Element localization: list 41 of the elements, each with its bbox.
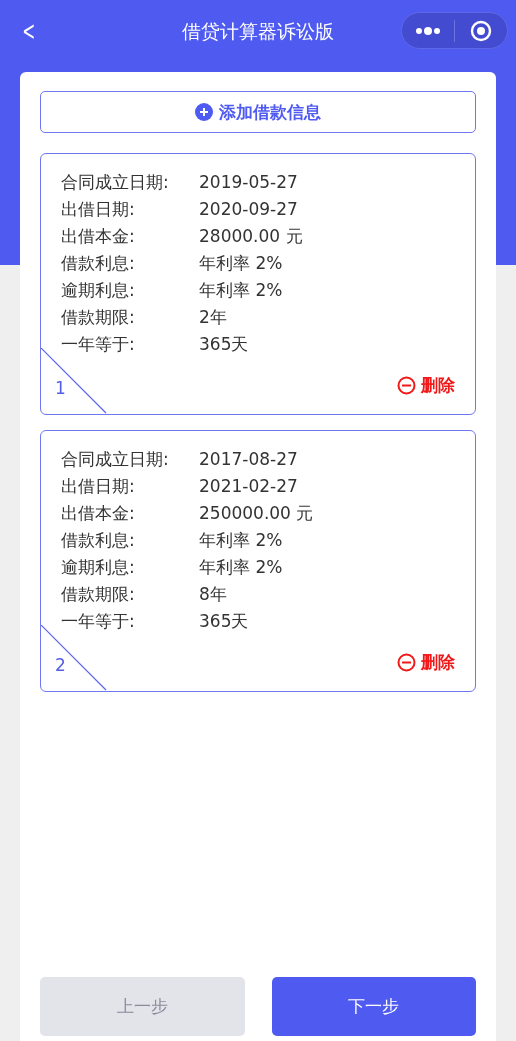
field-label: 一年等于:	[61, 333, 136, 356]
field-value: 2021-02-27	[199, 475, 298, 498]
add-loan-button[interactable]: 添加借款信息	[40, 91, 476, 133]
field-value: 年利率 2%	[199, 529, 283, 552]
next-button[interactable]: 下一步	[271, 977, 476, 1036]
field-label: 合同成立日期:	[61, 171, 170, 194]
delete-button[interactable]: 删除	[397, 651, 455, 674]
delete-button[interactable]: 删除	[397, 374, 455, 397]
field-label: 借款期限:	[61, 306, 136, 329]
field-label: 借款期限:	[61, 583, 136, 606]
loan-number: 2	[55, 655, 66, 675]
field-value: 2019-05-27	[199, 171, 298, 194]
window-title: 借贷计算器诉讼版	[182, 19, 334, 44]
field-value: 2年	[199, 306, 227, 329]
minus-circle-icon	[397, 653, 416, 672]
field-value: 250000.00 元	[199, 502, 314, 525]
back-button[interactable]: <	[19, 14, 38, 48]
more-icon[interactable]	[416, 26, 440, 35]
plus-circle-icon	[195, 103, 213, 121]
field-value: 年利率 2%	[199, 252, 283, 275]
field-label: 出借本金:	[61, 225, 136, 248]
field-value: 2017-08-27	[199, 448, 298, 471]
field-value: 2020-09-27	[199, 198, 298, 221]
field-label: 借款利息:	[61, 252, 136, 275]
field-value: 年利率 2%	[199, 279, 283, 302]
target-icon[interactable]	[470, 19, 492, 42]
field-label: 出借日期:	[61, 198, 136, 221]
field-value: 年利率 2%	[199, 556, 283, 579]
field-value: 8年	[199, 583, 227, 606]
field-label: 借款利息:	[61, 529, 136, 552]
field-label: 一年等于:	[61, 610, 136, 633]
field-value: 365天	[199, 610, 249, 633]
field-label: 出借日期:	[61, 475, 136, 498]
field-value: 28000.00 元	[199, 225, 303, 248]
loan-number: 1	[55, 378, 66, 398]
field-label: 逾期利息:	[61, 556, 136, 579]
field-value: 365天	[199, 333, 249, 356]
field-label: 出借本金:	[61, 502, 136, 525]
minus-circle-icon	[397, 376, 416, 395]
field-label: 合同成立日期:	[61, 448, 170, 471]
field-label: 逾期利息:	[61, 279, 136, 302]
